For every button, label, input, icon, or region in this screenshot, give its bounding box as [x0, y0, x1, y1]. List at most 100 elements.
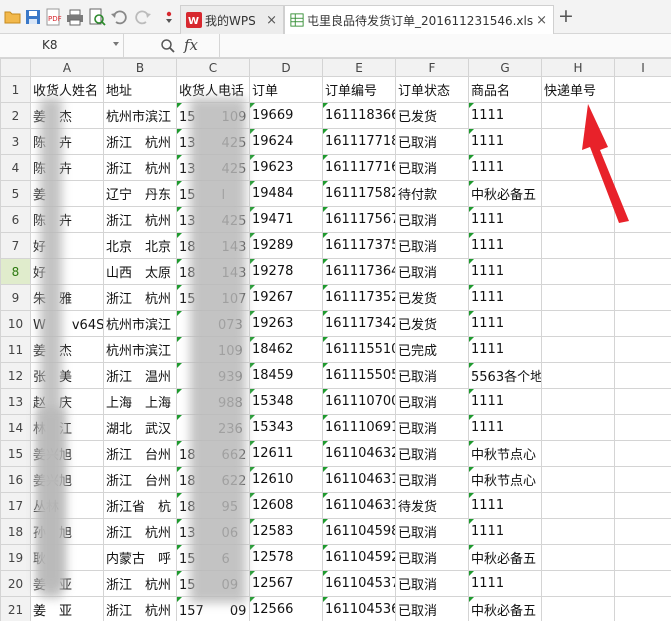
- row-header[interactable]: 7: [0, 232, 31, 259]
- cell-c4[interactable]: 13 425: [176, 154, 250, 181]
- cell-a5[interactable]: 姜: [30, 180, 104, 207]
- column-header-h[interactable]: H: [541, 58, 615, 77]
- row-header[interactable]: 19: [0, 544, 31, 571]
- cell-b18[interactable]: 浙江 杭州: [103, 518, 177, 545]
- cell-e3[interactable]: 161117718: [322, 128, 396, 155]
- cell-g20[interactable]: 1111: [468, 570, 542, 597]
- row-header[interactable]: 1: [0, 76, 31, 103]
- cell-b17[interactable]: 浙江省 杭: [103, 492, 177, 519]
- cell-g2[interactable]: 1111: [468, 102, 542, 129]
- column-header-g[interactable]: G: [468, 58, 542, 77]
- cell-h1[interactable]: 快递单号: [541, 76, 615, 103]
- close-tab-icon[interactable]: ×: [536, 13, 547, 28]
- cell-g6[interactable]: 1111: [468, 206, 542, 233]
- row-header[interactable]: 3: [0, 128, 31, 155]
- cell-h2[interactable]: [541, 102, 615, 129]
- cell-d11[interactable]: 18462: [249, 336, 323, 363]
- cell-c3[interactable]: 13 425: [176, 128, 250, 155]
- cell-e6[interactable]: 161117567: [322, 206, 396, 233]
- row-header[interactable]: 8: [0, 258, 31, 285]
- row-header[interactable]: 18: [0, 518, 31, 545]
- cell-d7[interactable]: 19289: [249, 232, 323, 259]
- cell-a7[interactable]: 好: [30, 232, 104, 259]
- row-header[interactable]: 21: [0, 596, 31, 621]
- cell-d4[interactable]: 19623: [249, 154, 323, 181]
- cell-i2[interactable]: [614, 102, 671, 129]
- cell-h4[interactable]: [541, 154, 615, 181]
- cell-f21[interactable]: 已取消: [395, 596, 469, 621]
- insert-function-button[interactable]: fx: [184, 36, 198, 54]
- cell-c13[interactable]: 988: [176, 388, 250, 415]
- cell-a4[interactable]: 陈 卉: [30, 154, 104, 181]
- folder-open-icon[interactable]: [4, 8, 22, 26]
- redo-icon[interactable]: [134, 8, 152, 26]
- close-tab-icon[interactable]: ×: [266, 13, 277, 28]
- row-header[interactable]: 15: [0, 440, 31, 467]
- cell-d1[interactable]: 订单: [249, 76, 323, 103]
- cell-h16[interactable]: [541, 466, 615, 493]
- cell-b21[interactable]: 浙江 杭州: [103, 596, 177, 621]
- cell-b10[interactable]: 杭州市滨江: [103, 310, 177, 337]
- cell-f17[interactable]: 待发货: [395, 492, 469, 519]
- row-header[interactable]: 2: [0, 102, 31, 129]
- cell-c14[interactable]: 236: [176, 414, 250, 441]
- cell-f15[interactable]: 已取消: [395, 440, 469, 467]
- tab-my-wps[interactable]: W 我的WPS ×: [180, 5, 284, 34]
- cell-d3[interactable]: 19624: [249, 128, 323, 155]
- cell-i1[interactable]: [614, 76, 671, 103]
- cell-d6[interactable]: 19471: [249, 206, 323, 233]
- cell-f10[interactable]: 已发货: [395, 310, 469, 337]
- cell-b15[interactable]: 浙江 台州: [103, 440, 177, 467]
- cell-b20[interactable]: 浙江 杭州: [103, 570, 177, 597]
- cell-e12[interactable]: 161115505: [322, 362, 396, 389]
- cell-e20[interactable]: 161104537: [322, 570, 396, 597]
- cell-g16[interactable]: 中秋节点心: [468, 466, 542, 493]
- cell-f5[interactable]: 待付款: [395, 180, 469, 207]
- cell-i13[interactable]: [614, 388, 671, 415]
- cell-h8[interactable]: [541, 258, 615, 285]
- cell-h13[interactable]: [541, 388, 615, 415]
- cell-a9[interactable]: 朱 雅: [30, 284, 104, 311]
- cell-b16[interactable]: 浙江 台州: [103, 466, 177, 493]
- cell-g15[interactable]: 中秋节点心: [468, 440, 542, 467]
- cell-h15[interactable]: [541, 440, 615, 467]
- cell-a20[interactable]: 姜 亚: [30, 570, 104, 597]
- select-all-corner[interactable]: [0, 58, 31, 77]
- row-header[interactable]: 10: [0, 310, 31, 337]
- cell-c2[interactable]: 15 109: [176, 102, 250, 129]
- cell-h21[interactable]: [541, 596, 615, 621]
- cell-e9[interactable]: 161117352: [322, 284, 396, 311]
- cell-e11[interactable]: 161115510: [322, 336, 396, 363]
- cell-h3[interactable]: [541, 128, 615, 155]
- cell-h19[interactable]: [541, 544, 615, 571]
- cell-d18[interactable]: 12583: [249, 518, 323, 545]
- cell-d14[interactable]: 15343: [249, 414, 323, 441]
- cell-i8[interactable]: [614, 258, 671, 285]
- cell-g3[interactable]: 1111: [468, 128, 542, 155]
- cell-i21[interactable]: [614, 596, 671, 621]
- cell-d10[interactable]: 19263: [249, 310, 323, 337]
- cell-i14[interactable]: [614, 414, 671, 441]
- cell-g10[interactable]: 1111: [468, 310, 542, 337]
- cell-e19[interactable]: 161104592: [322, 544, 396, 571]
- cell-g11[interactable]: 1111: [468, 336, 542, 363]
- cell-b13[interactable]: 上海 上海: [103, 388, 177, 415]
- cell-c1[interactable]: 收货人电话: [176, 76, 250, 103]
- row-header[interactable]: 13: [0, 388, 31, 415]
- cell-e5[interactable]: 161117582: [322, 180, 396, 207]
- cell-a14[interactable]: 林 江: [30, 414, 104, 441]
- cell-g21[interactable]: 中秋必备五: [468, 596, 542, 621]
- cell-b2[interactable]: 杭州市滨江: [103, 102, 177, 129]
- save-icon[interactable]: [24, 8, 42, 26]
- cell-e2[interactable]: 161118366: [322, 102, 396, 129]
- cell-h12[interactable]: [541, 362, 615, 389]
- cell-g13[interactable]: 1111: [468, 388, 542, 415]
- cell-h9[interactable]: [541, 284, 615, 311]
- column-header-e[interactable]: E: [322, 58, 396, 77]
- cell-h7[interactable]: [541, 232, 615, 259]
- cell-f16[interactable]: 已取消: [395, 466, 469, 493]
- customize-toolbar-icon[interactable]: [160, 8, 178, 26]
- cell-c19[interactable]: 15 6: [176, 544, 250, 571]
- cell-e15[interactable]: 161104632: [322, 440, 396, 467]
- cell-e16[interactable]: 161104631: [322, 466, 396, 493]
